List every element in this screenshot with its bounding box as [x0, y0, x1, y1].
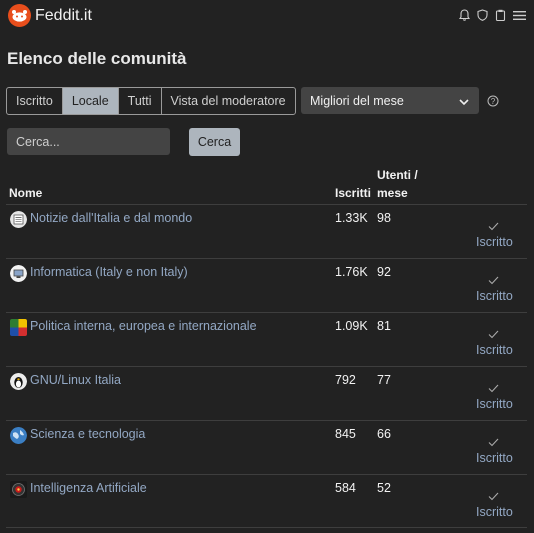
search-button[interactable]: Cerca — [189, 128, 240, 156]
chevron-down-icon — [459, 95, 469, 109]
site-brand-link[interactable]: Feddit.it — [8, 4, 92, 27]
sort-select[interactable]: Migliori del mese — [301, 87, 479, 114]
check-icon — [488, 220, 499, 234]
listing-type-group: Iscritto Locale Tutti Vista del moderato… — [6, 87, 296, 115]
sort-selected-value: Migliori del mese — [310, 93, 404, 108]
communities-table: Notizie dall'Italia e dal mondo 1.33K 98… — [6, 204, 527, 528]
bell-icon[interactable] — [459, 9, 470, 21]
community-link[interactable]: GNU/Linux Italia — [30, 373, 121, 387]
menu-icon[interactable] — [513, 10, 526, 21]
check-icon — [488, 436, 499, 450]
newspaper-icon — [10, 211, 27, 228]
subscriber-count: 792 — [335, 373, 356, 387]
check-icon — [488, 328, 499, 342]
check-icon — [488, 274, 499, 288]
column-header-users-line1: Utenti / — [377, 168, 418, 182]
shield-icon[interactable] — [477, 9, 488, 21]
monthly-users-count: 98 — [377, 211, 391, 225]
monthly-users-count: 92 — [377, 265, 391, 279]
column-header-name: Nome — [9, 186, 43, 200]
subscriber-count: 845 — [335, 427, 356, 441]
column-header-users-line2: mese — [377, 186, 408, 200]
community-link[interactable]: Politica interna, europea e internaziona… — [30, 319, 257, 333]
svg-text:?: ? — [491, 97, 496, 106]
help-icon[interactable]: ? — [487, 95, 499, 110]
tux-penguin-icon — [10, 373, 27, 390]
subscriber-count: 1.09K — [335, 319, 368, 333]
subscribed-button[interactable]: Iscritto — [476, 397, 513, 411]
tab-locale[interactable]: Locale — [62, 88, 119, 114]
table-row: GNU/Linux Italia 792 77 Iscritto — [6, 366, 527, 420]
check-icon — [488, 382, 499, 396]
community-link[interactable]: Informatica (Italy e non Italy) — [30, 265, 188, 279]
site-name: Feddit.it — [35, 6, 92, 24]
page-title: Elenco delle comunità — [7, 49, 187, 68]
tab-tutti[interactable]: Tutti — [119, 88, 162, 114]
robot-eye-icon — [10, 481, 27, 498]
tab-vista-moderatore[interactable]: Vista del moderatore — [162, 88, 295, 114]
community-link[interactable]: Notizie dall'Italia e dal mondo — [30, 211, 192, 225]
monthly-users-count: 52 — [377, 481, 391, 495]
computer-icon — [10, 265, 27, 282]
tab-iscritto[interactable]: Iscritto — [7, 88, 63, 114]
top-navbar: Feddit.it — [0, 0, 534, 30]
monthly-users-count: 77 — [377, 373, 391, 387]
subscriber-count: 1.76K — [335, 265, 368, 279]
globe-icon — [10, 427, 27, 444]
table-row: Notizie dall'Italia e dal mondo 1.33K 98… — [6, 204, 527, 258]
monthly-users-count: 66 — [377, 427, 391, 441]
table-row: Intelligenza Artificiale 584 52 Iscritto — [6, 474, 527, 528]
community-link[interactable]: Scienza e tecnologia — [30, 427, 145, 441]
table-row: Informatica (Italy e non Italy) 1.76K 92… — [6, 258, 527, 312]
subscriber-count: 1.33K — [335, 211, 368, 225]
subscribed-button[interactable]: Iscritto — [476, 505, 513, 519]
column-header-subscribers: Iscritti — [335, 186, 372, 200]
subscribed-button[interactable]: Iscritto — [476, 451, 513, 465]
subscriber-count: 584 — [335, 481, 356, 495]
subscribed-button[interactable]: Iscritto — [476, 235, 513, 249]
community-link[interactable]: Intelligenza Artificiale — [30, 481, 147, 495]
search-input[interactable] — [7, 128, 170, 155]
clipboard-icon[interactable] — [495, 9, 506, 21]
subscribed-button[interactable]: Iscritto — [476, 289, 513, 303]
lemmy-logo-icon — [8, 4, 31, 27]
table-row: Scienza e tecnologia 845 66 Iscritto — [6, 420, 527, 474]
subscribed-button[interactable]: Iscritto — [476, 343, 513, 357]
table-row: Politica interna, europea e internaziona… — [6, 312, 527, 366]
flags-icon — [10, 319, 27, 336]
check-icon — [488, 490, 499, 504]
monthly-users-count: 81 — [377, 319, 391, 333]
